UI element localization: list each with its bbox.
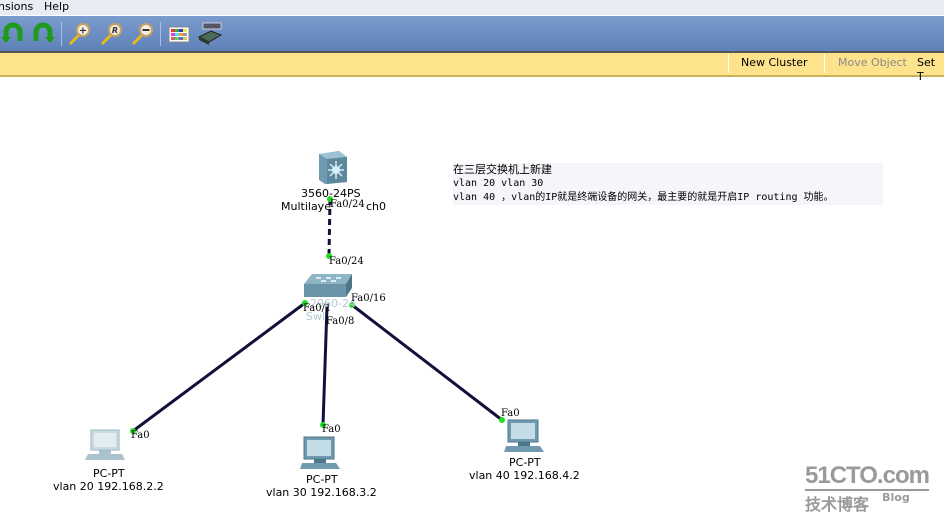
pc0-label: vlan 20 192.168.2.2 <box>53 480 164 493</box>
mls-name-label: Multilaye <box>281 200 331 213</box>
note-line-3: vlan 40 ，vlan的IP就是终端设备的网关，最主要的就是开启IP rou… <box>453 192 834 203</box>
mls-name-label-tail: ch0 <box>366 200 387 213</box>
watermark: 51CTO.com 技术博客 Blog <box>805 462 930 515</box>
note-line-1: 在三层交换机上新建 <box>453 163 552 176</box>
pc2-type-label: PC-PT <box>509 456 541 469</box>
switch-icon[interactable] <box>302 272 354 298</box>
pc1-label: vlan 30 192.168.3.2 <box>266 486 377 499</box>
watermark-blog: Blog <box>882 491 910 504</box>
multilayer-switch-icon[interactable] <box>315 150 349 185</box>
cable-switch-pc2[interactable] <box>351 303 503 422</box>
port-label: Fa0 <box>322 424 341 435</box>
port-label: Fa0/24 <box>329 256 364 267</box>
port-label: Fa0/1 <box>303 303 332 314</box>
topology-cables <box>130 196 505 434</box>
port-label: Fa0/24 <box>330 199 365 210</box>
pc-icon[interactable] <box>300 435 342 473</box>
pc-icon[interactable] <box>504 418 546 456</box>
pc-icon[interactable] <box>85 428 125 464</box>
port-label: Fa0 <box>501 408 520 419</box>
note-box[interactable]: 在三层交换机上新建 vlan 20 vlan 30 vlan 40 ，vlan的… <box>453 163 883 205</box>
pc0-type-label: PC-PT <box>93 467 125 480</box>
port-label: Fa0 <box>131 430 150 441</box>
watermark-sub: 技术博客 <box>805 495 870 514</box>
pc2-label: vlan 40 192.168.4.2 <box>469 469 580 482</box>
watermark-brand: 51CTO.com <box>805 462 930 491</box>
pc1-type-label: PC-PT <box>306 473 338 486</box>
port-label: Fa0/16 <box>351 293 386 304</box>
note-line-2: vlan 20 vlan 30 <box>453 178 544 189</box>
cable-switch-pc0[interactable] <box>132 301 306 433</box>
port-label: Fa0/8 <box>326 316 355 327</box>
